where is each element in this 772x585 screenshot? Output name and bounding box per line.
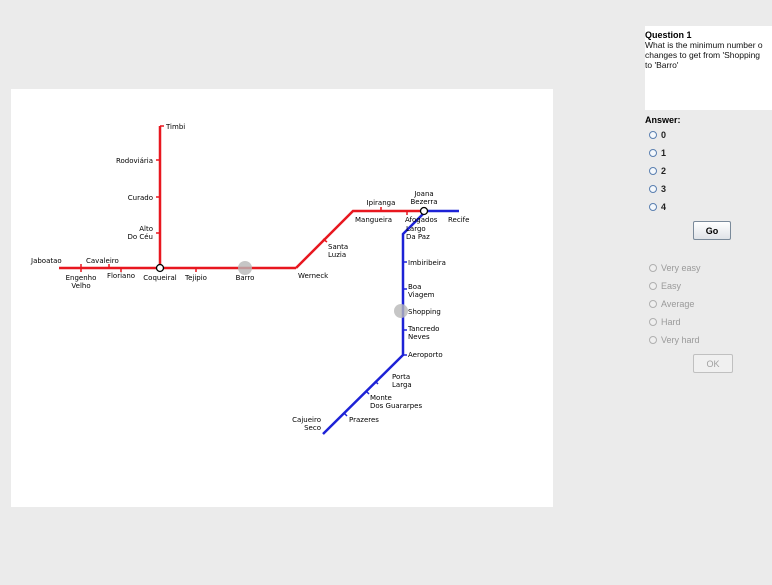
station-label-ipiranga: Ipiranga (367, 199, 396, 207)
radio-icon[interactable] (649, 167, 657, 175)
station-label-boa-viagem-2: Viagem (408, 291, 435, 299)
station-label-cajueiro-seco-1: Cajueiro (292, 416, 321, 424)
answer-option-4[interactable]: 4 (649, 200, 666, 214)
station-label-cavaleiro: Cavaleiro (86, 257, 119, 265)
station-label-alto-do-ceu-2: Do Céu (127, 233, 153, 241)
station-label-santa-luzia-2: Luzia (328, 251, 346, 259)
radio-icon[interactable] (649, 318, 657, 326)
station-label-mangueira: Mangueira (355, 216, 392, 224)
station-label-tancredo-neves-1: Tancredo (407, 325, 439, 333)
rating-option-very-hard[interactable]: Very hard (649, 333, 700, 347)
answer-option-label: 1 (661, 148, 667, 158)
station-label-imbiribeira: Imbiribeira (408, 259, 446, 267)
station-label-santa-luzia-1: Santa (328, 243, 348, 251)
answer-option-label: 3 (661, 184, 667, 194)
station-label-werneck: Werneck (298, 272, 329, 280)
station-label-cajueiro-seco-2: Seco (304, 424, 321, 432)
station-label-tancredo-neves-2: Neves (408, 333, 430, 341)
rating-option-average[interactable]: Average (649, 297, 694, 311)
radio-icon[interactable] (649, 149, 657, 157)
station-label-recife: Recife (448, 216, 469, 224)
rating-option-very-easy[interactable]: Very easy (649, 261, 701, 275)
radio-icon[interactable] (649, 264, 657, 272)
station-label-shopping: Shopping (408, 308, 441, 316)
shopping-highlight-marker (394, 304, 408, 318)
station-label-joana-bezerra-2: Bezerra (410, 198, 437, 206)
station-label-rodoviaria: Rodoviária (116, 157, 153, 165)
joana-bezerra-interchange (419, 206, 429, 216)
tick-prazeres (343, 412, 348, 417)
answer-option-3[interactable]: 3 (649, 182, 666, 196)
station-label-monte-dos-guararapes-1: Monte (370, 394, 392, 402)
station-label-boa-viagem-1: Boa (408, 283, 421, 291)
ok-button[interactable]: OK (693, 354, 733, 373)
metro-map: Timbi Rodoviária Curado Alto Do Céu Jabo… (30, 123, 469, 435)
radio-icon[interactable] (649, 203, 657, 211)
answer-option-label: 2 (661, 166, 667, 176)
rating-option-label: Average (661, 299, 695, 309)
go-button[interactable]: Go (693, 221, 731, 240)
answer-title: Answer: (645, 115, 681, 125)
station-label-engenho-velho-2: Velho (71, 282, 90, 290)
radio-icon[interactable] (649, 185, 657, 193)
answer-option-2[interactable]: 2 (649, 164, 666, 178)
station-label-porta-larga-2: Larga (392, 381, 412, 389)
rating-option-label: Hard (661, 317, 681, 327)
station-label-alto-do-ceu-1: Alto (139, 225, 153, 233)
blue-line-ticks (343, 261, 407, 417)
answer-option-label: 4 (661, 202, 667, 212)
radio-icon[interactable] (649, 336, 657, 344)
rating-option-easy[interactable]: Easy (649, 279, 681, 293)
radio-icon[interactable] (649, 131, 657, 139)
answer-option-1[interactable]: 1 (649, 146, 666, 160)
tick-monte-dos-guararapes (365, 390, 370, 395)
station-label-floriano: Floriano (107, 272, 135, 280)
station-label-largo-da-paz-1: Largo (406, 225, 426, 233)
rating-option-label: Very hard (661, 335, 700, 345)
rating-option-hard[interactable]: Hard (649, 315, 681, 329)
station-label-tejipio: Tejipio (184, 274, 207, 282)
station-label-afogados: Afogados (405, 216, 438, 224)
barro-highlight-marker (238, 261, 252, 275)
station-label-engenho-velho-1: Engenho (66, 274, 97, 282)
station-label-coqueiral: Coqueiral (143, 274, 176, 282)
radio-icon[interactable] (649, 300, 657, 308)
question-side-panel: Question 1 What is the minimum number o … (641, 0, 772, 585)
station-label-largo-da-paz-2: Da Paz (406, 233, 430, 241)
metro-map-panel: Timbi Rodoviária Curado Alto Do Céu Jabo… (11, 89, 553, 507)
station-label-timbi: Timbi (165, 123, 185, 131)
answer-option-label: 0 (661, 130, 667, 140)
station-label-porta-larga-1: Porta (392, 373, 410, 381)
station-label-curado: Curado (128, 194, 153, 202)
station-label-prazeres: Prazeres (349, 416, 379, 424)
rating-option-label: Very easy (661, 263, 701, 273)
radio-icon[interactable] (649, 282, 657, 290)
answer-option-0[interactable]: 0 (649, 128, 666, 142)
station-label-aeroporto: Aeroporto (408, 351, 443, 359)
red-line (59, 126, 426, 270)
station-label-joana-bezerra-1: Joana (413, 190, 433, 198)
question-title: Question 1 (645, 30, 692, 40)
coqueiral-interchange (155, 263, 165, 273)
question-text: What is the minimum number o changes to … (645, 40, 763, 70)
rating-option-label: Easy (661, 281, 682, 291)
station-label-jaboatao: Jaboatao (30, 257, 62, 265)
station-label-barro: Barro (236, 274, 255, 282)
station-label-monte-dos-guararapes-2: Dos Guararpes (370, 402, 422, 410)
